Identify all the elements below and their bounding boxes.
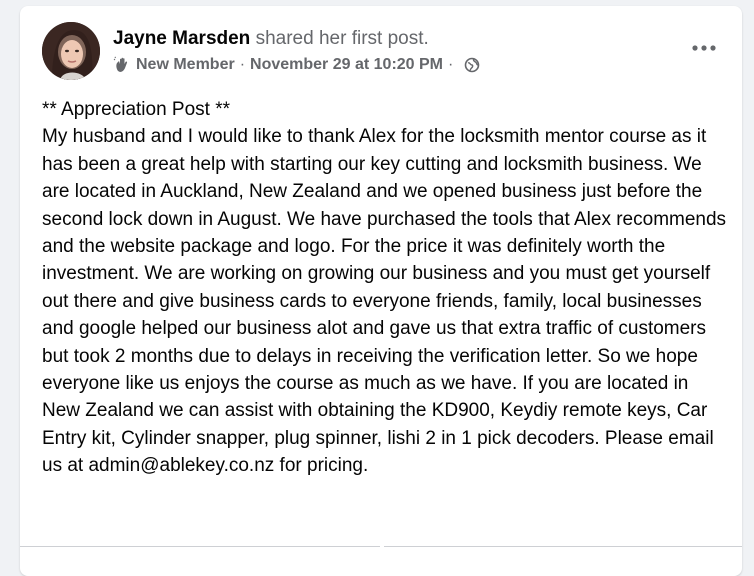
more-options-button[interactable]: [688, 32, 720, 64]
post-card: Jayne Marsden shared her first post. New…: [20, 6, 742, 576]
post-timestamp[interactable]: November 29 at 10:20 PM: [250, 54, 443, 76]
avatar[interactable]: [42, 22, 100, 80]
more-options-icon: [692, 45, 716, 51]
globe-icon[interactable]: [464, 57, 480, 73]
separator: ·: [239, 56, 246, 73]
post-meta: New Member · November 29 at 10:20 PM ·: [113, 54, 480, 76]
author-line: Jayne Marsden shared her first post.: [113, 26, 480, 52]
author-action: shared her first post.: [255, 28, 429, 49]
avatar-photo: [42, 22, 100, 80]
member-badge[interactable]: New Member: [136, 54, 235, 76]
divider-gap: [380, 542, 384, 556]
post-header: Jayne Marsden shared her first post. New…: [113, 26, 480, 76]
post-text: ** Appreciation Post ** My husband and I…: [42, 99, 727, 477]
separator: ·: [448, 56, 454, 73]
author-name[interactable]: Jayne Marsden: [113, 28, 250, 49]
wave-hand-icon: [113, 56, 131, 74]
